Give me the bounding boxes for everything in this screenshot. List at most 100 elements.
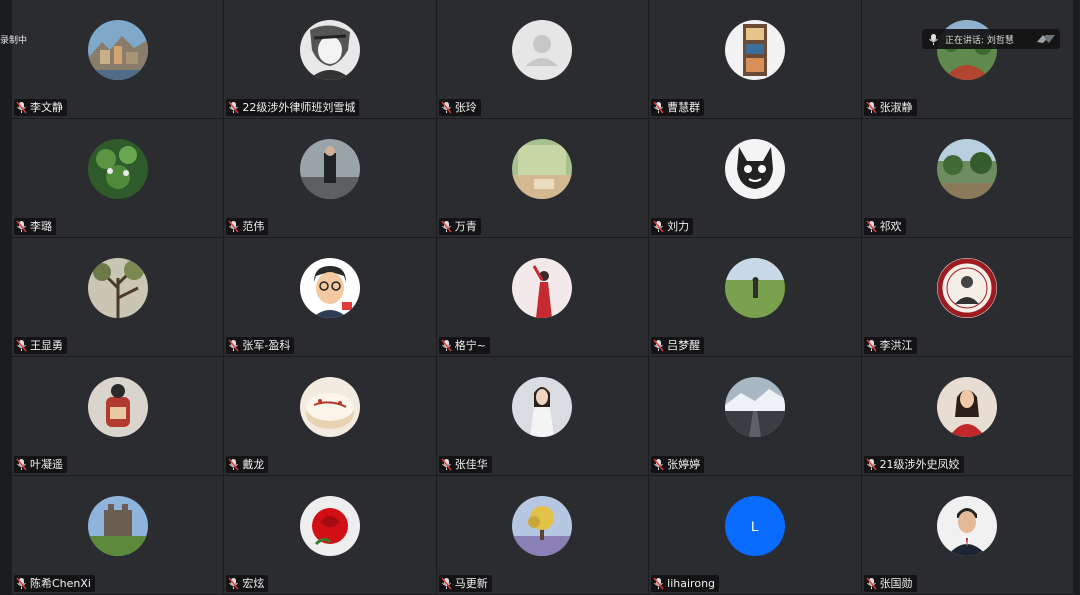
name-tag: 曹慧群 <box>651 99 705 116</box>
name-tag: 王显勇 <box>14 337 67 354</box>
participant-tile[interactable]: 张婷婷 <box>649 357 862 476</box>
avatar <box>512 20 573 80</box>
participant-name: 格宁~ <box>454 339 486 352</box>
avatar <box>87 20 148 80</box>
participant-name: 21级涉外史凤姣 <box>879 458 960 471</box>
participant-tile[interactable]: 宏炫 <box>224 476 437 595</box>
mic-muted-icon <box>228 101 239 114</box>
avatar <box>937 139 998 199</box>
participant-tile[interactable]: 李洪江 <box>861 238 1074 357</box>
participant-tile[interactable]: 张国勋 <box>861 476 1074 595</box>
name-tag: 吕梦醒 <box>651 337 705 354</box>
mic-muted-icon <box>866 220 877 233</box>
avatar <box>300 20 361 80</box>
participant-tile[interactable]: 张淑静 <box>861 0 1074 119</box>
mic-muted-icon <box>653 220 664 233</box>
mic-muted-icon <box>228 339 239 352</box>
participant-tile[interactable]: 刘力 <box>649 119 862 238</box>
avatar-letter: L <box>750 518 759 534</box>
recording-indicator: 录制中 <box>0 36 28 46</box>
mic-muted-icon <box>653 101 664 114</box>
participant-name: 张佳华 <box>454 458 488 471</box>
name-tag: 叶凝遥 <box>14 456 67 473</box>
participant-tile[interactable]: 张玲 <box>436 0 650 119</box>
participant-name: 李文静 <box>30 101 63 114</box>
name-tag: 张淑静 <box>863 99 917 116</box>
avatar <box>512 258 573 318</box>
participant-name: 范伟 <box>242 220 265 233</box>
participant-name: 戴龙 <box>242 458 265 471</box>
name-tag: 李洪江 <box>863 337 917 354</box>
participant-name: 22级涉外律师班刘雪城 <box>242 101 356 114</box>
participant-name: 王显勇 <box>30 339 63 352</box>
name-tag: 张佳华 <box>438 456 492 473</box>
mic-muted-icon <box>653 458 664 471</box>
participant-tile[interactable]: 叶凝遥 <box>12 357 225 476</box>
mic-muted-icon <box>441 339 452 352</box>
participant-name: 张军-盈科 <box>242 339 291 352</box>
participant-tile[interactable]: 戴龙 <box>224 357 437 476</box>
name-tag: 戴龙 <box>226 456 269 473</box>
avatar <box>724 20 785 80</box>
name-tag: 马更新 <box>438 575 492 592</box>
name-tag: 格宁~ <box>438 337 490 354</box>
avatar <box>937 377 998 437</box>
participant-name: 张婷婷 <box>667 458 701 471</box>
participant-tile[interactable]: L lihairong <box>649 476 862 595</box>
name-tag: 22级涉外律师班刘雪城 <box>226 99 360 116</box>
participant-grid: 李文静 22级涉外律师班刘雪城 张玲 曹慧群 张淑静 李璐 范伟 万青 刘力 祁… <box>12 0 1074 595</box>
name-tag: 陈希ChenXi <box>14 575 95 592</box>
name-tag: 万青 <box>438 218 481 235</box>
meeting-logo-icon <box>1037 35 1055 43</box>
avatar <box>87 496 148 556</box>
participant-tile[interactable]: 陈希ChenXi <box>12 476 225 595</box>
mic-muted-icon <box>16 339 27 352</box>
participant-name: 刘力 <box>667 220 690 233</box>
mic-muted-icon <box>228 577 239 590</box>
avatar: L <box>724 496 785 556</box>
name-tag: 张婷婷 <box>651 456 705 473</box>
mic-muted-icon <box>866 339 877 352</box>
participant-name: 李洪江 <box>879 339 913 352</box>
mic-muted-icon <box>228 458 239 471</box>
mic-muted-icon <box>441 577 452 590</box>
participant-name: 祁欢 <box>879 220 902 233</box>
participant-tile[interactable]: 范伟 <box>224 119 437 238</box>
participant-tile[interactable]: 李璐 <box>12 119 225 238</box>
avatar <box>724 258 785 318</box>
participant-tile[interactable]: 吕梦醒 <box>649 238 862 357</box>
name-tag: 张国勋 <box>863 575 917 592</box>
mic-muted-icon <box>866 101 877 114</box>
avatar <box>512 496 573 556</box>
avatar <box>512 139 573 199</box>
participant-tile[interactable]: 格宁~ <box>436 238 650 357</box>
mic-muted-icon <box>653 577 664 590</box>
avatar <box>87 258 148 318</box>
avatar <box>724 377 785 437</box>
name-tag: 宏炫 <box>226 575 269 592</box>
participant-tile[interactable]: 21级涉外史凤姣 <box>861 357 1074 476</box>
mic-muted-icon <box>441 101 452 114</box>
participant-tile[interactable]: 王显勇 <box>12 238 225 357</box>
participant-tile[interactable]: 张军-盈科 <box>224 238 437 357</box>
name-tag: 范伟 <box>226 218 269 235</box>
participant-name: 张淑静 <box>879 101 913 114</box>
participant-name: 叶凝遥 <box>30 458 63 471</box>
avatar <box>300 496 361 556</box>
avatar <box>87 377 148 437</box>
participant-name: lihairong <box>667 577 716 590</box>
participant-name: 张国勋 <box>879 577 913 590</box>
participant-tile[interactable]: 马更新 <box>436 476 650 595</box>
mic-muted-icon <box>653 339 664 352</box>
avatar <box>300 139 361 199</box>
participant-tile[interactable]: 李文静 <box>12 0 225 119</box>
mic-muted-icon <box>866 458 877 471</box>
avatar <box>512 377 573 437</box>
participant-tile[interactable]: 祁欢 <box>861 119 1074 238</box>
participant-tile[interactable]: 22级涉外律师班刘雪城 <box>224 0 437 119</box>
name-tag: lihairong <box>651 575 720 592</box>
participant-tile[interactable]: 张佳华 <box>436 357 650 476</box>
participant-tile[interactable]: 曹慧群 <box>649 0 862 119</box>
avatar <box>937 496 998 556</box>
participant-tile[interactable]: 万青 <box>436 119 650 238</box>
